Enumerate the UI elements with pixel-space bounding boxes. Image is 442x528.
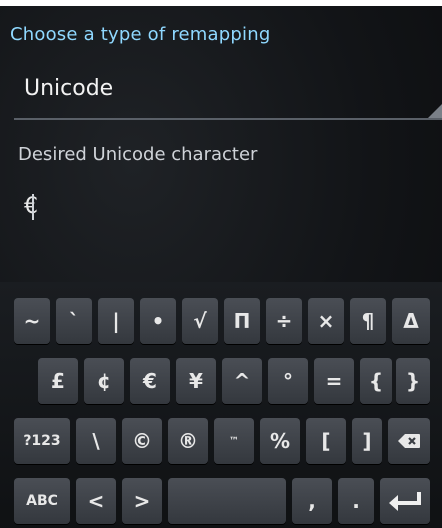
key-backtick[interactable]: `	[56, 298, 92, 344]
key-greater-than[interactable]: >	[122, 478, 162, 524]
unicode-field-label: Desired Unicode character	[18, 144, 258, 165]
dropdown-corner-icon	[428, 104, 442, 118]
key-divide[interactable]: ÷	[266, 298, 302, 344]
key-registered[interactable]: ®	[168, 418, 208, 464]
key-right-bracket[interactable]: ]	[352, 418, 382, 464]
soft-keyboard: ~ ` | • √ Π ÷ × ¶ Δ £ ¢ € ¥ ^ ° = { } ?1…	[0, 282, 442, 528]
key-less-than[interactable]: <	[76, 478, 116, 524]
key-percent[interactable]: %	[260, 418, 300, 464]
remap-screen: Choose a type of remapping Unicode Desir…	[0, 6, 442, 528]
key-right-brace[interactable]: }	[396, 358, 430, 404]
key-copyright[interactable]: ©	[122, 418, 162, 464]
key-multiply[interactable]: ×	[308, 298, 344, 344]
key-yen[interactable]: ¥	[176, 358, 216, 404]
key-trademark[interactable]: ™	[214, 418, 254, 464]
key-abc-toggle[interactable]: ABC	[14, 478, 70, 524]
backspace-icon	[398, 434, 420, 448]
unicode-char-value: €	[24, 194, 38, 219]
key-tilde[interactable]: ~	[14, 298, 50, 344]
unicode-char-input[interactable]: €	[10, 178, 432, 238]
key-pilcrow[interactable]: ¶	[350, 298, 386, 344]
key-delta[interactable]: Δ	[392, 298, 430, 344]
key-symbols-toggle[interactable]: ?123	[14, 418, 70, 464]
key-euro[interactable]: €	[130, 358, 170, 404]
key-comma[interactable]: ,	[292, 478, 332, 524]
key-sqrt[interactable]: √	[182, 298, 218, 344]
text-caret	[32, 194, 34, 220]
key-space[interactable]	[168, 478, 286, 524]
spinner-underline	[14, 118, 442, 120]
remap-type-header: Choose a type of remapping	[10, 24, 271, 45]
enter-key[interactable]	[380, 478, 430, 524]
key-left-brace[interactable]: {	[360, 358, 392, 404]
key-degree[interactable]: °	[268, 358, 308, 404]
remap-type-value: Unicode	[24, 76, 114, 101]
key-left-bracket[interactable]: [	[306, 418, 346, 464]
key-pipe[interactable]: |	[98, 298, 134, 344]
remap-type-spinner[interactable]: Unicode	[0, 62, 442, 120]
enter-icon	[389, 492, 421, 511]
key-period[interactable]: .	[338, 478, 374, 524]
key-equals[interactable]: =	[314, 358, 354, 404]
backspace-key[interactable]	[388, 418, 430, 464]
key-pi[interactable]: Π	[224, 298, 260, 344]
key-backslash[interactable]: \	[76, 418, 116, 464]
key-caret[interactable]: ^	[222, 358, 262, 404]
key-bullet[interactable]: •	[140, 298, 176, 344]
key-cent[interactable]: ¢	[84, 358, 124, 404]
key-pound[interactable]: £	[38, 358, 78, 404]
